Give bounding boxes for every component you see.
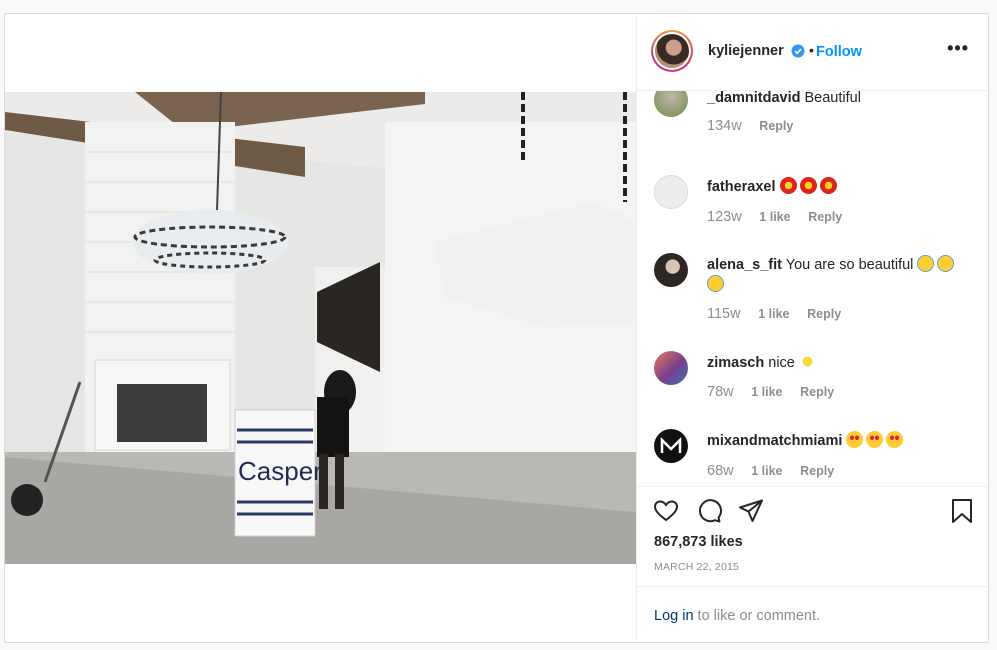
- comment-text: nice: [768, 355, 795, 371]
- comment-likes[interactable]: 1 like: [758, 307, 789, 321]
- post-sidebar: kyliejenner • Follow ••• _damnitdavid Be…: [636, 14, 989, 642]
- comment-username[interactable]: mixandmatchmiami: [707, 433, 842, 449]
- default-avatar-icon[interactable]: [654, 175, 688, 209]
- post-header: kyliejenner • Follow •••: [637, 14, 989, 91]
- comment-avatar[interactable]: [654, 351, 688, 385]
- login-link[interactable]: Log in: [654, 608, 694, 624]
- post-card: Casper kyliejenner • Follow ••• _damnitd…: [4, 13, 989, 643]
- comment-likes[interactable]: 1 like: [751, 385, 782, 399]
- reply-button[interactable]: Reply: [807, 307, 841, 321]
- verified-badge-icon: [791, 44, 805, 58]
- collision-emoji-icon: [819, 177, 837, 194]
- comment-username[interactable]: fatheraxel: [707, 179, 776, 195]
- more-options-icon[interactable]: •••: [947, 38, 969, 59]
- comment-body: zimasch nice: [707, 353, 967, 373]
- share-icon[interactable]: [737, 497, 765, 525]
- comment-body: fatheraxel: [707, 177, 967, 197]
- profile-photo: [655, 34, 689, 68]
- login-rest-text: to like or comment.: [697, 608, 821, 624]
- comment-meta: 78w 1 like Reply: [707, 384, 848, 400]
- reply-button[interactable]: Reply: [800, 385, 834, 399]
- comment-time[interactable]: 123w: [707, 209, 742, 225]
- comment-meta: 123w 1 like Reply: [707, 209, 856, 225]
- comment-time[interactable]: 68w: [707, 463, 734, 479]
- comment-username[interactable]: _damnitdavid: [707, 91, 800, 106]
- comment-time[interactable]: 115w: [707, 306, 741, 322]
- post-media: Casper: [5, 14, 636, 642]
- comment-icon[interactable]: [695, 497, 723, 525]
- casper-box-label: Casper: [238, 456, 322, 486]
- username[interactable]: kyliejenner: [708, 43, 784, 59]
- bookmark-icon[interactable]: [948, 497, 976, 525]
- heart-icon[interactable]: [652, 497, 680, 525]
- comment-meta: 115w 1 like Reply: [707, 306, 855, 322]
- login-prompt: Log in to like or comment.: [637, 586, 989, 643]
- reply-button[interactable]: Reply: [800, 464, 834, 478]
- post-photo[interactable]: Casper: [5, 92, 636, 564]
- reply-button[interactable]: Reply: [759, 119, 793, 133]
- login-text: Log in to like or comment.: [654, 608, 820, 624]
- comment-username[interactable]: alena_s_fit: [707, 257, 782, 273]
- follow-button[interactable]: Follow: [816, 44, 862, 60]
- collision-emoji-icon: [799, 177, 817, 194]
- comment-username[interactable]: zimasch: [707, 355, 764, 371]
- avatar[interactable]: [651, 30, 693, 72]
- comment-text: You are so beautiful: [785, 257, 914, 273]
- comment-meta: 68w 1 like Reply: [707, 463, 848, 479]
- comment-time[interactable]: 78w: [707, 384, 734, 400]
- separator-dot: •: [809, 42, 814, 58]
- likes-count[interactable]: 867,873 likes: [654, 534, 743, 550]
- comment-body: _damnitdavid Beautiful: [707, 91, 967, 108]
- heart-eyes-emoji-icon: [866, 431, 884, 448]
- comment-avatar[interactable]: [654, 429, 688, 463]
- post-actions: 867,873 likes MARCH 22, 2015: [637, 486, 989, 587]
- comment-likes[interactable]: 1 like: [759, 210, 790, 224]
- comment-avatar[interactable]: [654, 91, 688, 117]
- comment-text: Beautiful: [804, 91, 861, 106]
- comment-time[interactable]: 134w: [707, 118, 742, 134]
- post-date[interactable]: MARCH 22, 2015: [654, 561, 739, 573]
- smiling-halo-emoji-icon: [937, 255, 955, 272]
- reply-button[interactable]: Reply: [808, 210, 842, 224]
- smiling-halo-emoji-icon: [707, 275, 724, 292]
- heart-eyes-emoji-icon: [846, 431, 864, 448]
- comment-body: alena_s_fit You are so beautiful: [707, 255, 967, 295]
- comment-likes[interactable]: 1 like: [751, 464, 782, 478]
- comment-avatar[interactable]: [654, 253, 688, 287]
- comments-list[interactable]: _damnitdavid Beautiful 134w Reply father…: [637, 91, 989, 486]
- comment-meta: 134w Reply: [707, 118, 807, 134]
- smiling-halo-emoji-icon: [917, 255, 935, 272]
- collision-emoji-icon: [779, 177, 797, 194]
- sparkles-emoji-icon: [798, 353, 816, 370]
- comment-body: mixandmatchmiami: [707, 431, 967, 451]
- heart-eyes-emoji-icon: [886, 431, 904, 448]
